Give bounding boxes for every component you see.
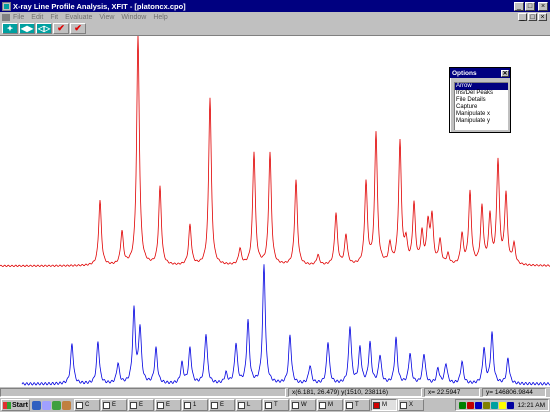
fit-check-red-button[interactable]: ✔ xyxy=(70,22,86,34)
quicklaunch-ie-icon[interactable] xyxy=(32,400,41,410)
status-y-value: y= 146806.9844 xyxy=(482,387,546,397)
tray-icon[interactable] xyxy=(490,401,498,409)
document-icon[interactable] xyxy=(2,13,10,21)
tray-icon[interactable] xyxy=(466,401,474,409)
quicklaunch-desktop-icon[interactable] xyxy=(52,400,61,410)
taskbar: Start C E E E 1 E L T W M T M X 12:21 AM xyxy=(0,397,550,412)
taskbar-item[interactable]: C xyxy=(74,399,100,411)
window-title-bar[interactable]: X-ray Line Profile Analysis, XFIT - [pla… xyxy=(0,0,550,12)
word-icon xyxy=(292,401,299,409)
mdi-close-button[interactable]: × xyxy=(538,13,547,21)
checkmark-icon: ✔ xyxy=(57,22,65,33)
menu-window[interactable]: Window xyxy=(121,13,146,22)
app-icon xyxy=(265,401,272,409)
taskbar-item[interactable]: L xyxy=(236,399,262,411)
options-title-bar[interactable]: Options ✕ xyxy=(450,68,510,78)
close-icon: × xyxy=(540,2,546,10)
option-arrow[interactable]: Arrow xyxy=(455,83,508,90)
windows-logo-icon xyxy=(3,401,11,409)
start-button[interactable]: Start xyxy=(1,399,30,411)
menu-bar: File Edit Fit Evaluate View Window Help … xyxy=(0,12,550,22)
status-empty-cell xyxy=(0,387,286,397)
language-icon[interactable] xyxy=(506,401,514,409)
zoom-arrows-icon: ◀▶ xyxy=(20,23,34,33)
option-manipulate-x[interactable]: Manipulate x xyxy=(455,111,508,118)
taskbar-item[interactable]: T xyxy=(263,399,289,411)
quicklaunch-channels-icon[interactable] xyxy=(62,400,71,410)
speaker-icon[interactable] xyxy=(498,401,506,409)
clock: 12:21 AM xyxy=(517,401,545,409)
option-manipulate-y[interactable]: Manipulate y xyxy=(455,118,508,125)
system-tray: 12:21 AM xyxy=(454,399,549,411)
taskbar-item[interactable]: E xyxy=(128,399,154,411)
options-close-button[interactable]: ✕ xyxy=(501,69,509,77)
taskbar-item[interactable]: M xyxy=(317,399,343,411)
explorer-icon xyxy=(103,401,110,409)
zoom-button[interactable]: ◀▶ xyxy=(19,22,35,34)
folder-icon xyxy=(76,401,83,409)
app-icon xyxy=(346,401,353,409)
menu-fit[interactable]: Fit xyxy=(50,13,58,22)
app-icon[interactable] xyxy=(2,1,11,11)
option-ins-del-peaks[interactable]: Ins/Del Peaks xyxy=(455,90,508,97)
explorer-icon xyxy=(211,401,218,409)
taskbar-item[interactable]: T xyxy=(344,399,370,411)
quicklaunch-outlook-icon[interactable] xyxy=(42,400,51,410)
add-peak-button[interactable]: ✦ xyxy=(2,22,18,34)
status-range: x(6.181, 26.479) y(1510, 238116) xyxy=(288,387,422,397)
minimize-button[interactable]: _ xyxy=(514,1,524,11)
taskbar-item[interactable]: W xyxy=(290,399,316,411)
close-icon: ✕ xyxy=(502,70,508,77)
options-list: Arrow Ins/Del Peaks File Details Capture… xyxy=(454,82,508,130)
maximize-button[interactable]: □ xyxy=(525,1,535,11)
taskbar-item[interactable]: E xyxy=(209,399,235,411)
menu-edit[interactable]: Edit xyxy=(31,13,43,22)
taskbar-item[interactable]: E xyxy=(155,399,181,411)
tray-icon[interactable] xyxy=(482,401,490,409)
status-x-value: x= 22.5947 xyxy=(424,387,480,397)
menu-evaluate[interactable]: Evaluate xyxy=(65,13,92,22)
mdi-controls: _ □ × xyxy=(518,13,548,21)
app-icon xyxy=(238,401,245,409)
taskbar-item[interactable]: X xyxy=(398,399,424,411)
window-title: X-ray Line Profile Analysis, XFIT - [pla… xyxy=(13,1,186,11)
taskbar-item[interactable]: 1 xyxy=(182,399,208,411)
menu-file[interactable]: File xyxy=(13,13,24,22)
minimize-icon: _ xyxy=(517,2,521,10)
status-bar: x(6.181, 26.479) y(1510, 238116) x= 22.5… xyxy=(0,387,550,397)
document-icon xyxy=(184,401,191,409)
restore-icon: □ xyxy=(527,2,533,10)
app-icon xyxy=(319,401,326,409)
menu-view[interactable]: View xyxy=(99,13,114,22)
option-file-details[interactable]: File Details xyxy=(455,97,508,104)
shift-button[interactable]: ◁▷ xyxy=(36,22,52,34)
shift-arrows-icon: ◁▷ xyxy=(37,23,51,33)
explorer-icon xyxy=(157,401,164,409)
fit-check-button[interactable]: ✔ xyxy=(53,22,69,34)
taskbar-item-active[interactable]: M xyxy=(371,399,397,411)
explorer-icon xyxy=(130,401,137,409)
add-peak-icon: ✦ xyxy=(6,23,14,33)
start-label: Start xyxy=(12,401,28,409)
close-button[interactable]: × xyxy=(538,1,548,11)
mdi-minimize-button[interactable]: _ xyxy=(518,13,527,21)
tray-icon[interactable] xyxy=(458,401,466,409)
tray-icon[interactable] xyxy=(474,401,482,409)
checkmark-red-icon: ✔ xyxy=(74,22,82,33)
menu-help[interactable]: Help xyxy=(153,13,167,22)
option-capture[interactable]: Capture xyxy=(455,104,508,111)
taskbar-item[interactable]: E xyxy=(101,399,127,411)
options-title: Options xyxy=(452,69,477,77)
mdi-restore-button[interactable]: □ xyxy=(528,13,537,21)
xfit-icon xyxy=(373,401,380,409)
app-icon xyxy=(400,401,407,409)
toolbar: ✦ ◀▶ ◁▷ ✔ ✔ xyxy=(0,22,550,34)
fitted-profile-line xyxy=(21,264,550,386)
options-palette[interactable]: Options ✕ Arrow Ins/Del Peaks File Detai… xyxy=(449,67,511,133)
